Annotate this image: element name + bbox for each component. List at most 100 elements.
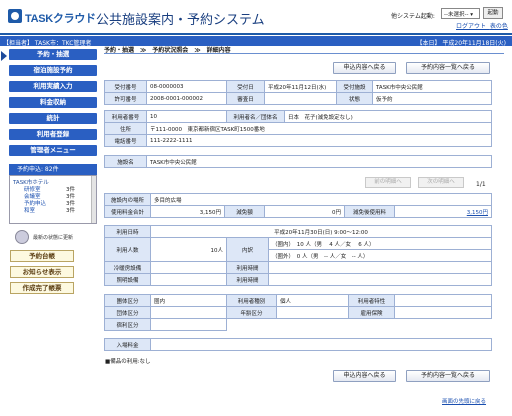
permit-no-label: 許可番号 <box>104 92 147 105</box>
age-class-label: 団体区分 <box>104 306 151 319</box>
list-item-count: 3件 <box>66 194 75 200</box>
system-select[interactable]: --未選択-- ▾ <box>441 8 480 19</box>
phone-label: 電話番号 <box>104 134 147 147</box>
logo: TASKクラウド <box>8 8 96 25</box>
use-date-value: 平成20年11月30日(日) 9:00～12:00 <box>150 225 492 238</box>
today-date: 【本日】 平成20年11月18日(火) <box>416 40 507 47</box>
app-header: TASKクラウド 公共施設案内・予約システム 他システム起動: --未選択-- … <box>0 0 512 34</box>
list-item[interactable]: 会議室 3件 <box>10 194 96 201</box>
list-item-label[interactable]: 予約申込 <box>24 201 46 207</box>
aircon-time-value <box>268 261 492 274</box>
list-back-button[interactable]: 予約内容一覧へ戻る <box>406 62 490 74</box>
employ-label: 雇用保険 <box>348 306 395 319</box>
breadcrumb-divider <box>104 53 504 54</box>
color-link[interactable]: 表の色 <box>490 23 508 30</box>
system-launch-label: 他システム起動: <box>391 13 435 20</box>
address-value: 〒111-0000 東京都新宿区TASK町1500番地 <box>146 122 492 135</box>
user-type-value: 個人 <box>276 294 349 307</box>
sidebar-item-user-registration[interactable]: 利用者登録 <box>9 129 97 140</box>
refresh-label[interactable]: 最新の状態に更新 <box>33 234 73 241</box>
aircon-label: 冷暖房設備 <box>104 261 151 274</box>
list-back-button-bottom[interactable]: 予約内容一覧へ戻る <box>406 370 490 382</box>
facility-value: TASK市中央公民館 <box>146 155 492 168</box>
list-item-label[interactable]: 会議室 <box>24 194 41 200</box>
receipt-facility-label: 受付施設 <box>336 80 373 93</box>
fee-total-label: 使用料金合計 <box>104 205 151 218</box>
lighting-label: 照明設備 <box>104 273 151 286</box>
people-value: 10人 <box>150 237 227 262</box>
place-fee-table: 施設内の場所 多目的広場 使用料金合計 3,150円 減免額 0円 減免後使用料… <box>104 193 492 218</box>
logo-text: TASKクラウド <box>25 13 96 25</box>
sidebar-item-stats[interactable]: 統計 <box>9 113 97 124</box>
sidebar-item-usage-input[interactable]: 利用実績入力 <box>9 81 97 92</box>
entry-fee-label: 入場料金 <box>104 338 151 351</box>
sidebar-item-lodging[interactable]: 宿泊施設予約 <box>9 65 97 76</box>
prev-detail-button[interactable]: 前の明細へ <box>365 177 411 188</box>
sidebar-item-reservation[interactable]: 予約・抽選 <box>9 49 97 60</box>
list-item-count: 3件 <box>66 187 75 193</box>
list-item[interactable]: 和室 3件 <box>10 208 96 215</box>
sidebar-item-fee[interactable]: 料金収納 <box>9 97 97 108</box>
phone-value: 111-2222-1111 <box>146 134 492 147</box>
review-date-label: 審査日 <box>226 92 265 105</box>
reduction-value: 0円 <box>264 205 345 218</box>
next-detail-button[interactable]: 次の明細へ <box>418 177 464 188</box>
age-label: 年齢区分 <box>226 306 277 319</box>
user-type-label: 利用者種別 <box>226 294 277 307</box>
receipt-no-label: 受付番号 <box>104 80 147 93</box>
list-scrollbar[interactable] <box>91 176 96 223</box>
age-value <box>276 306 349 319</box>
facility-table: 施設名 TASK市中央公民館 <box>104 155 492 168</box>
apply-back-button[interactable]: 申込内容へ戻る <box>333 62 396 74</box>
after-reduction-link[interactable]: 3,150円 <box>394 205 492 218</box>
people-label: 利用人数 <box>104 237 151 262</box>
logout-label[interactable]: ログアウト <box>456 23 486 30</box>
refresh-icon[interactable] <box>15 230 29 244</box>
list-item-count: 3件 <box>66 208 75 214</box>
current-menu-arrow-icon <box>1 51 7 61</box>
aircon-value <box>150 261 227 274</box>
facility-name: TASK市ホテル <box>13 180 49 186</box>
after-reduction-label: 減免後使用料 <box>344 205 395 218</box>
fee-total-value: 3,150円 <box>150 205 225 218</box>
age-class-value <box>150 306 227 319</box>
user-table: 利用者番号 10 利用者名／団体名 日本 花子(減免設定なし) 住所 〒111-… <box>104 110 492 147</box>
place-label: 施設内の場所 <box>104 193 151 206</box>
completed-forms-button[interactable]: 作成完了帳票 <box>10 282 74 294</box>
lighting-time-value <box>268 273 492 286</box>
user-no-value: 10 <box>146 110 227 123</box>
reservation-ledger-button[interactable]: 予約台帳 <box>10 250 74 262</box>
lighting-time-label: 利用時間 <box>226 273 269 286</box>
entry-fee-table: 入場料金 <box>104 338 492 351</box>
apply-back-button-bottom[interactable]: 申込内容へ戻る <box>333 370 396 382</box>
equipment-note: ■備品の利用:なし <box>105 359 151 365</box>
app-title: 公共施設案内・予約システム <box>96 12 265 27</box>
list-item-label[interactable]: 研修室 <box>24 187 41 193</box>
breakdown-in-value: （圏内） 10 人（男 4 人／女 6 人） <box>268 237 492 250</box>
employ-value <box>394 306 492 319</box>
page-indicator: 1/1 <box>476 181 486 188</box>
launch-button[interactable]: 起動 <box>483 7 503 19</box>
receipt-table: 受付番号 08-0000003 受付日 平成20年11月12日(水) 受付施設 … <box>104 80 492 105</box>
user-no-label: 利用者番号 <box>104 110 147 123</box>
lodging-label: 宿利区分 <box>104 318 151 331</box>
reservation-list[interactable]: TASK市ホテル 研修室 3件 会議室 3件 予約申込 3件 和室 3件 <box>9 175 97 224</box>
receipt-no-value: 08-0000003 <box>146 80 227 93</box>
receipt-date-value: 平成20年11月12日(水) <box>264 80 337 93</box>
logout-link[interactable]: ログアウト 表の色 <box>456 21 508 30</box>
system-select-value: --未選択-- <box>444 12 469 18</box>
aircon-time-label: 利用時間 <box>226 261 269 274</box>
group-class-label: 團体区分 <box>104 294 151 307</box>
receipt-date-label: 受付日 <box>226 80 265 93</box>
entry-fee-value <box>150 338 492 351</box>
notice-button[interactable]: お知らせ表示 <box>10 266 74 278</box>
list-item[interactable]: 予約申込 3件 <box>10 201 96 208</box>
sidebar-item-admin[interactable]: 管理者メニュー <box>9 145 97 156</box>
lighting-value <box>150 273 227 286</box>
reduction-label: 減免額 <box>224 205 265 218</box>
header-divider <box>0 33 512 35</box>
back-to-top-link[interactable]: 画面の先頭に戻る <box>442 397 486 405</box>
list-item-label[interactable]: 和室 <box>24 208 35 214</box>
list-item[interactable]: 研修室 3件 <box>10 187 96 194</box>
list-item-count: 3件 <box>66 201 75 207</box>
